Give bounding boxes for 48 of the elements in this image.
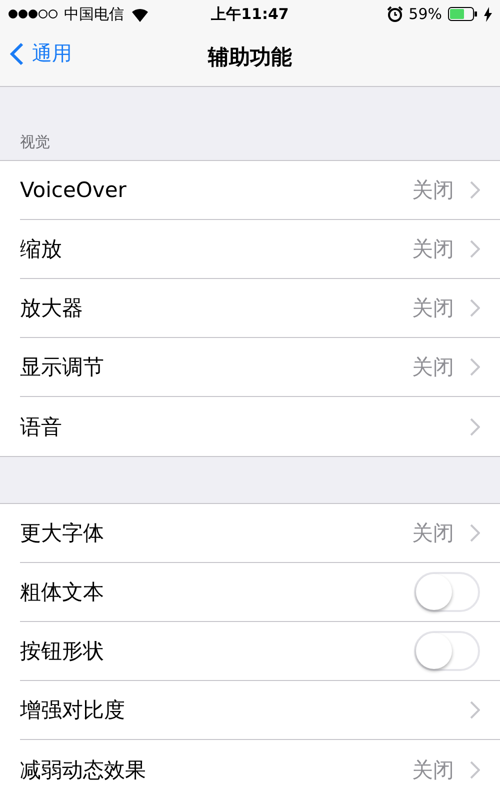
chevron-icon: [470, 299, 480, 317]
row-label: 增强对比度: [20, 697, 125, 724]
row-value: 关闭: [412, 236, 454, 263]
chevron-icon: [470, 418, 480, 436]
row-label: 显示调节: [20, 354, 104, 381]
signal-icon: [8, 9, 58, 19]
row-label: 放大器: [20, 295, 83, 322]
wifi-icon: [130, 6, 150, 22]
carrier-name: 中国电信: [64, 4, 124, 24]
battery-icon: [448, 7, 478, 21]
row-label: 更大字体: [20, 520, 104, 547]
row-value: 关闭: [412, 177, 454, 204]
section-header: 视觉: [20, 133, 50, 152]
toggle-switch[interactable]: [414, 572, 480, 612]
chevron-icon: [470, 240, 480, 258]
settings-row[interactable]: 缩放 关闭: [20, 220, 500, 279]
row-label: 减弱动态效果: [20, 756, 146, 784]
charging-icon: [484, 6, 492, 22]
chevron-icon: [470, 524, 480, 542]
battery-percent: 59%: [408, 5, 442, 23]
chevron-icon: [470, 701, 480, 719]
settings-row[interactable]: 语音: [20, 397, 500, 456]
chevron-icon: [470, 760, 480, 778]
chevron-icon: [470, 181, 480, 199]
settings-row[interactable]: 减弱动态效果 关闭: [20, 740, 500, 790]
settings-row[interactable]: 显示调节 关闭: [20, 338, 500, 397]
row-value: 关闭: [412, 756, 454, 784]
settings-row[interactable]: 按钮形状: [20, 622, 500, 681]
page-title: 辅助功能: [208, 44, 292, 71]
settings-row[interactable]: 放大器 关闭: [20, 279, 500, 338]
toggle-switch[interactable]: [414, 631, 480, 671]
chevron-icon: [470, 358, 480, 376]
settings-row[interactable]: 更大字体 关闭: [20, 504, 500, 563]
settings-row[interactable]: 增强对比度: [20, 681, 500, 740]
back-chevron-icon: [10, 42, 24, 66]
row-label: 语音: [20, 414, 62, 440]
row-value: 关闭: [412, 295, 454, 322]
settings-row[interactable]: 粗体文本: [20, 563, 500, 622]
row-value: 关闭: [412, 354, 454, 381]
back-button[interactable]: 通用: [10, 40, 72, 67]
status-time: 上午11:47: [211, 4, 289, 24]
row-label: 缩放: [20, 236, 62, 263]
row-label: VoiceOver: [20, 178, 126, 202]
row-label: 粗体文本: [20, 579, 104, 606]
alarm-icon: [386, 6, 403, 22]
row-value: 关闭: [412, 520, 454, 547]
settings-row[interactable]: VoiceOver 关闭: [20, 161, 500, 220]
row-label: 按钮形状: [20, 638, 104, 665]
